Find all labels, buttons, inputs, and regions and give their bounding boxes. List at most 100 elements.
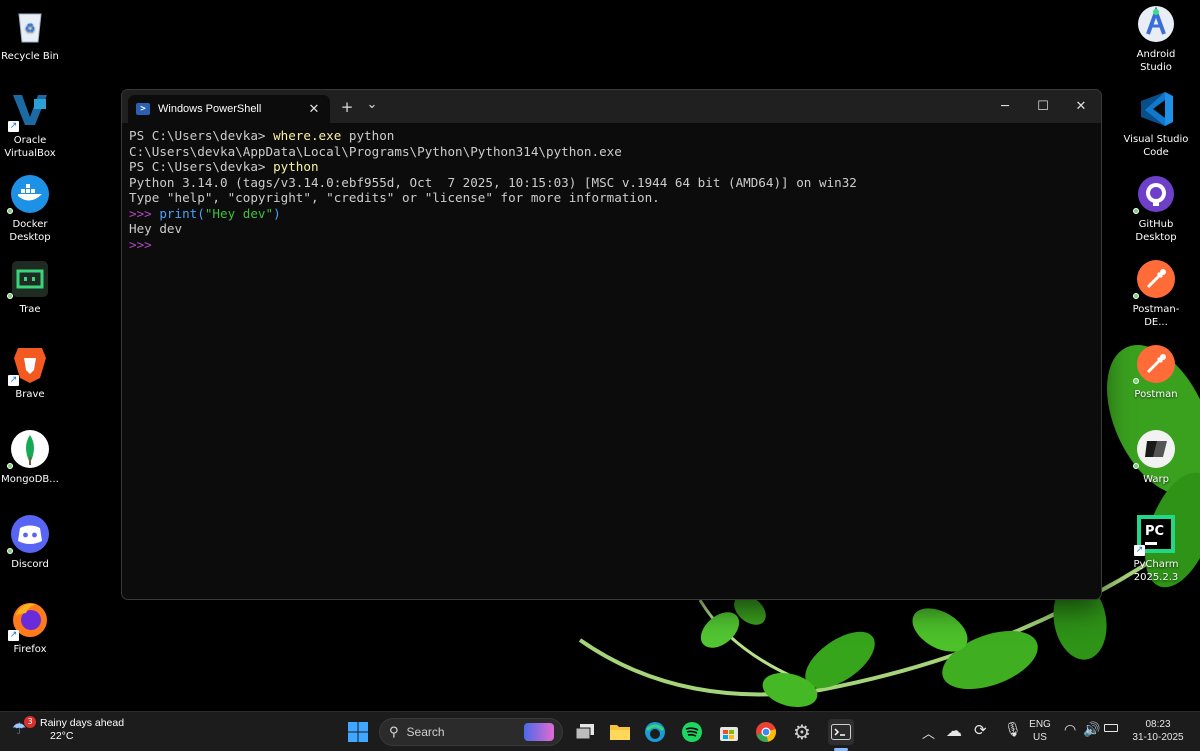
console-line: PS C:\Users\devka> where.exe python [129,128,395,143]
terminal-titlebar[interactable]: > Windows PowerShell ✕ + ⌄ ─ ☐ ✕ [122,90,1101,123]
sync-status-icon [1133,208,1139,214]
keyboard-layout: US [1033,732,1047,743]
brave-icon: ↗ [8,344,50,386]
shortcut-arrow-icon: ↗ [8,630,19,641]
sync-status-icon [7,463,13,469]
clock[interactable]: 08:23 31-10-2025 [1126,718,1190,744]
chrome-icon [756,722,776,742]
gear-icon: ⚙ [793,720,811,744]
sync-status-icon [7,208,13,214]
search-box[interactable]: ⚲ Search [379,718,563,746]
svg-text:PC: PC [1145,524,1164,539]
discord-icon [7,514,50,554]
search-icon: ⚲ [389,724,399,740]
sync-status-icon [1133,378,1139,384]
settings-button[interactable]: ⚙ [789,719,815,745]
tab-windows-powershell[interactable]: > Windows PowerShell ✕ [128,95,330,123]
new-tab-button[interactable]: + [334,96,360,118]
chrome-button[interactable] [753,719,779,745]
github-desktop-icon [1133,174,1176,214]
powershell-icon: > [136,103,150,115]
search-placeholder: Search [406,725,445,739]
onedrive-cloud-icon[interactable]: ☁ [946,721,962,741]
weather-temp: 22°C [50,730,74,742]
warp-icon [1133,429,1176,469]
tab-dropdown-button[interactable]: ⌄ [359,96,385,118]
vscode-icon [1136,89,1176,129]
minimize-button[interactable]: ─ [986,90,1024,123]
android-studio-icon [1136,4,1176,44]
console-line: PS C:\Users\devka> python [129,159,319,174]
desktop-icon-postman-dev[interactable]: Postman-DE... [1121,259,1191,329]
console-line: Python 3.14.0 (tags/v3.14.0:ebf955d, Oct… [129,174,857,190]
task-view-icon [575,724,594,740]
wifi-icon[interactable]: ◠ [1064,721,1076,738]
console-line: C:\Users\devka\AppData\Local\Programs\Py… [129,143,622,159]
sync-icon[interactable]: ⟳ [974,721,987,739]
desktop-icon-vscode[interactable]: Visual Studio Code [1121,89,1191,159]
show-hidden-icons-chevron-icon[interactable]: ︿ [922,723,935,742]
shortcut-arrow-icon: ↗ [8,375,19,386]
maximize-button[interactable]: ☐ [1024,90,1062,123]
desktop-icon-discord[interactable]: Discord [0,514,65,571]
store-icon [720,727,738,741]
desktop-icon-firefox[interactable]: ↗ Firefox [0,599,65,656]
tab-title: Windows PowerShell [158,103,262,115]
desktop-icon-brave[interactable]: ↗ Brave [0,344,65,401]
terminal-taskbar-button[interactable] [828,719,854,745]
desktop-icon-postman[interactable]: Postman [1121,344,1191,401]
task-view-button[interactable] [572,719,598,745]
trae-icon [7,259,50,299]
shortcut-arrow-icon: ↗ [1134,545,1145,556]
desktop-icon-android-studio[interactable]: Android Studio [1121,4,1191,74]
firefox-icon: ↗ [8,599,50,641]
shortcut-arrow-icon: ↗ [8,121,19,132]
battery-icon[interactable] [1104,724,1118,732]
terminal-output[interactable]: PS C:\Users\devka> where.exe python C:\Us… [122,123,1101,257]
language-indicator[interactable]: ENG US [1026,718,1054,744]
weather-widget[interactable]: ☂ 3 Rainy days ahead 22°C [12,716,125,743]
spotify-icon [682,722,702,742]
desktop-icon-github-desktop[interactable]: GitHub Desktop [1121,174,1191,244]
terminal-icon [831,724,851,740]
microsoft-store-button[interactable] [716,719,742,745]
desktop-icon-recycle-bin[interactable]: ♻ Recycle Bin [0,6,65,63]
edge-button[interactable] [642,719,668,745]
windows-terminal-window[interactable]: > Windows PowerShell ✕ + ⌄ ─ ☐ ✕ PS C:\U… [121,89,1102,600]
virtualbox-icon: ↗ [8,90,50,132]
desktop-icon-docker[interactable]: Docker Desktop [0,174,65,244]
sync-status-icon [7,293,13,299]
close-button[interactable]: ✕ [1062,90,1100,123]
svg-text:♻: ♻ [25,21,36,35]
language-code: ENG [1029,719,1051,730]
sync-status-icon [7,548,13,554]
folder-icon [610,725,630,740]
clock-time: 08:23 [1145,719,1171,730]
weather-title: Rainy days ahead [40,717,125,729]
recycle-bin-icon: ♻ [10,6,50,46]
desktop-icon-trae[interactable]: Trae [0,259,65,316]
console-line: Hey dev [129,221,183,236]
microphone-icon[interactable]: 🎙 [1004,721,1022,738]
postman-icon [1133,259,1176,299]
postman-icon [1133,344,1176,384]
console-line: >>> print("Hey dev") [129,205,281,221]
spotify-button[interactable] [679,719,705,745]
pycharm-icon: PC ↗ [1134,514,1176,556]
clock-date: 31-10-2025 [1132,732,1184,743]
edge-icon [645,722,665,742]
console-line: Type "help", "copyright", "credits" or "… [129,190,660,205]
start-button[interactable] [345,719,371,745]
desktop-icon-oracle-virtualbox[interactable]: ↗ Oracle VirtualBox [0,90,65,160]
mongodb-icon [7,429,50,469]
desktop-icon-warp[interactable]: Warp [1121,429,1191,486]
taskbar: ☂ 3 Rainy days ahead 22°C ⚲ Search ⚙ ︿ ☁… [0,711,1200,751]
tab-close-icon[interactable]: ✕ [306,102,322,117]
console-line[interactable]: >>> [129,237,1094,253]
rain-cloud-icon: ☂ 3 [12,716,36,741]
desktop-icon-mongodb[interactable]: MongoDB... [0,429,65,486]
file-explorer-button[interactable] [607,719,633,745]
desktop-icon-pycharm[interactable]: PC ↗ PyCharm 2025.2.3 [1121,514,1191,584]
sync-status-icon [1133,293,1139,299]
volume-icon[interactable]: 🔊 [1083,721,1100,738]
